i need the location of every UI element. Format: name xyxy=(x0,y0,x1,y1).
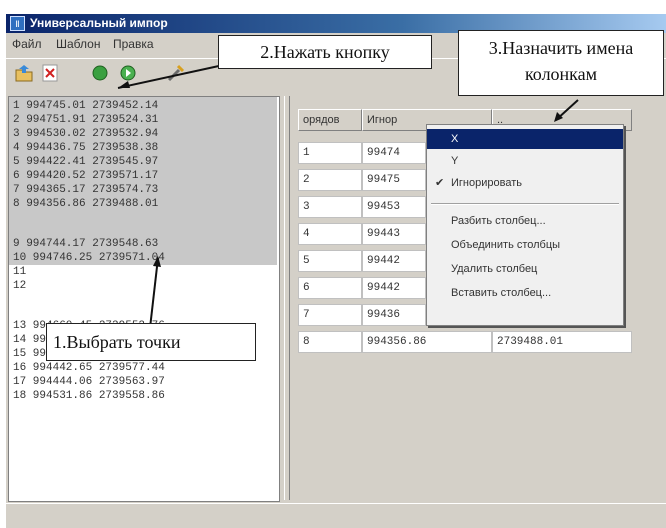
delete-icon[interactable] xyxy=(40,63,60,83)
ctx-item-delete[interactable]: Удалить столбец xyxy=(427,259,623,279)
grid-cell[interactable]: 4 xyxy=(298,223,362,245)
menu-file[interactable]: Файл xyxy=(12,37,42,51)
grid-cell[interactable]: 99475 xyxy=(362,169,426,191)
ctx-item-split[interactable]: Разбить столбец... xyxy=(427,211,623,231)
source-line: 10 994746.25 2739571.04 xyxy=(13,252,165,264)
source-line: 3 994530.02 2739532.94 xyxy=(13,128,159,140)
source-line: 5 994422.41 2739545.97 xyxy=(13,156,159,168)
menu-separator xyxy=(431,203,619,205)
source-line: 16 994442.65 2739577.44 xyxy=(13,362,165,374)
open-folder-icon[interactable] xyxy=(14,63,34,83)
window-title: Универсальный импор xyxy=(30,16,168,30)
menu-template[interactable]: Шаблон xyxy=(56,37,100,51)
source-line: 2 994751.91 2739524.31 xyxy=(13,114,159,126)
ctx-item-x[interactable]: X xyxy=(427,129,623,149)
grid-cell[interactable]: 99474 xyxy=(362,142,426,164)
grid-cell[interactable]: 7 xyxy=(298,304,362,326)
grid-cell[interactable]: 99443 xyxy=(362,223,426,245)
prev-icon[interactable] xyxy=(90,63,110,83)
source-line: 1 994745.01 2739452.14 xyxy=(13,100,159,112)
app-icon: Ⅱ xyxy=(10,16,25,31)
status-bar xyxy=(6,503,666,528)
grid-cell[interactable]: 5 xyxy=(298,250,362,272)
source-line: 9 994744.17 2739548.63 xyxy=(13,238,159,250)
menu-edit[interactable]: Правка xyxy=(113,37,154,51)
ctx-item-ignore[interactable]: ✔ Игнорировать xyxy=(427,173,623,193)
grid-cell[interactable]: 99442 xyxy=(362,277,426,299)
ctx-item-label: Игнорировать xyxy=(451,177,522,189)
grid-cell[interactable]: 2 xyxy=(298,169,362,191)
checkmark-icon: ✔ xyxy=(435,177,445,189)
grid-cell[interactable]: 8 xyxy=(298,331,362,353)
ctx-item-y[interactable]: Y xyxy=(427,151,623,171)
source-line: 18 994531.86 2739558.86 xyxy=(13,390,165,402)
callout-step2: 2.Нажать кнопку xyxy=(218,35,432,69)
grid-cell[interactable]: 1 xyxy=(298,142,362,164)
source-line: 7 994365.17 2739574.73 xyxy=(13,184,159,196)
callout-step3-line1: 3.Назначить имена xyxy=(488,38,634,58)
callout-step1: 1.Выбрать точки xyxy=(46,323,256,361)
source-line: 12 xyxy=(13,280,27,292)
callout-step3: 3.Назначить имена колонкам xyxy=(458,30,664,96)
source-line: 6 994420.52 2739571.17 xyxy=(13,170,159,182)
column-context-menu: X Y ✔ Игнорировать Разбить столбец... Об… xyxy=(426,124,624,326)
grid-cell[interactable]: 6 xyxy=(298,277,362,299)
source-line: 17 994444.06 2739563.97 xyxy=(13,376,165,388)
grid-cell[interactable]: 2739488.01 xyxy=(492,331,632,353)
grid-cell[interactable]: 99442 xyxy=(362,250,426,272)
ctx-item-insert[interactable]: Вставить столбец... xyxy=(427,283,623,303)
callout-step3-line2: колонкам xyxy=(524,64,598,84)
grid-cell[interactable]: 3 xyxy=(298,196,362,218)
column-header-index[interactable]: орядов xyxy=(298,109,362,131)
grid-cell[interactable]: 99453 xyxy=(362,196,426,218)
grid-cell[interactable]: 99436 xyxy=(362,304,426,326)
grid-cell[interactable]: 994356.86 xyxy=(362,331,492,353)
ctx-item-merge[interactable]: Объединить столбцы xyxy=(427,235,623,255)
next-icon[interactable] xyxy=(118,63,138,83)
source-line: 11 xyxy=(13,266,27,278)
tools-icon[interactable] xyxy=(166,63,186,83)
source-text-panel[interactable]: 1 994745.01 2739452.14 2 994751.91 27395… xyxy=(8,96,280,502)
panel-splitter[interactable] xyxy=(284,96,290,500)
source-line: 4 994436.75 2739538.38 xyxy=(13,142,159,154)
source-line: 8 994356.86 2739488.01 xyxy=(13,198,159,210)
